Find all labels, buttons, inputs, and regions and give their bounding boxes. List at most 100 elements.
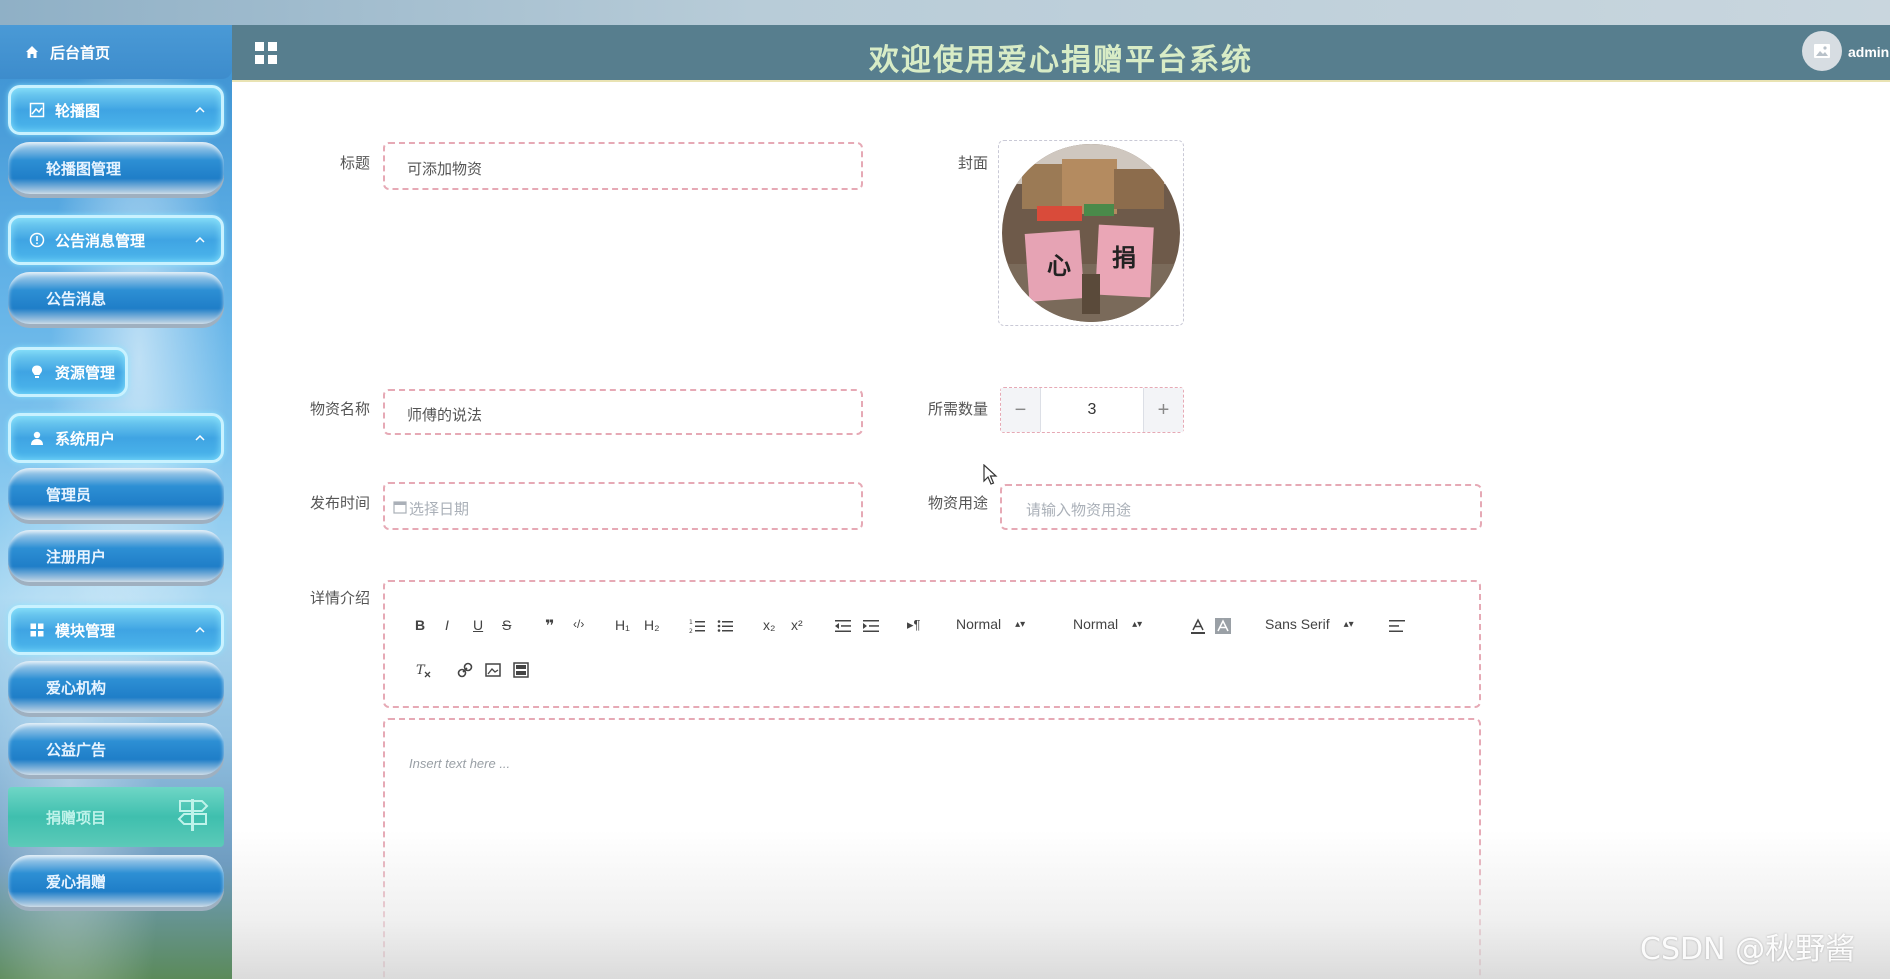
grid-icon	[29, 622, 45, 638]
ordered-list-icon[interactable]: 12	[689, 618, 705, 634]
sidebar-item-label: 轮播图管理	[46, 160, 122, 178]
clear-format-icon[interactable]: T	[415, 662, 431, 678]
name-label: 物资名称	[309, 401, 370, 418]
username[interactable]: admin	[1848, 44, 1889, 60]
detail-label: 详情介绍	[309, 590, 370, 607]
mouse-cursor-icon	[983, 464, 998, 485]
header-select-value: Normal	[1073, 616, 1119, 632]
chevron-up-icon	[195, 106, 205, 113]
qty-label: 所需数量	[927, 401, 988, 418]
strike-button[interactable]: S	[502, 617, 511, 633]
rich-text-editor[interactable]: Insert text here ...	[383, 718, 1481, 979]
usage-input[interactable]: 请输入物资用途	[1000, 484, 1482, 530]
sidebar-group-label: 轮播图	[55, 102, 101, 120]
date-label: 发布时间	[309, 495, 370, 512]
decrease-button[interactable]: −	[1001, 388, 1041, 432]
sidebar-item-donation-projects[interactable]: 捐赠项目	[8, 787, 224, 847]
sidebar-item-label: 后台首页	[50, 44, 111, 62]
svg-text:T: T	[416, 663, 426, 678]
underline-button[interactable]: U	[473, 617, 483, 633]
sidebar-group-modules[interactable]: 模块管理	[8, 605, 224, 655]
name-input[interactable]: 师傅的说法	[383, 389, 863, 435]
calendar-icon	[393, 501, 407, 514]
sidebar-item-carousel-manage[interactable]: 轮播图管理	[8, 142, 224, 194]
video-icon[interactable]	[513, 662, 529, 678]
subscript-button[interactable]: x₂	[763, 617, 775, 633]
sidebar-item-label: 捐赠项目	[46, 809, 107, 827]
svg-text:2: 2	[689, 628, 693, 634]
bold-button[interactable]: B	[415, 617, 425, 633]
link-icon[interactable]	[457, 662, 473, 678]
title-label: 标题	[339, 155, 370, 172]
chevron-up-icon	[195, 626, 205, 633]
image-placeholder-icon	[1814, 44, 1830, 58]
bullet-list-icon[interactable]	[717, 618, 733, 634]
text-direction-button[interactable]: ▸¶	[907, 617, 921, 633]
quantity-stepper[interactable]: − 3 +	[1000, 387, 1184, 433]
header-select[interactable]: Normal ▴▾	[1073, 616, 1142, 632]
sidebar-group-resources[interactable]: 资源管理	[8, 347, 128, 397]
browser-top-strip	[0, 0, 1890, 25]
user-icon	[29, 430, 45, 446]
sidebar-group-carousel[interactable]: 轮播图	[8, 85, 224, 135]
usage-label: 物资用途	[927, 495, 988, 512]
sidebar-item-registered-users[interactable]: 注册用户	[8, 530, 224, 582]
sidebar-item-home[interactable]: 后台首页	[0, 25, 232, 79]
sidebar-item-label: 公益广告	[46, 741, 107, 759]
sidebar-item-announcement[interactable]: 公告消息	[8, 272, 224, 324]
size-select-value: Normal	[956, 616, 1002, 632]
chevron-up-icon	[195, 236, 205, 243]
code-block-button[interactable]: ‹/›	[573, 617, 584, 631]
page-title: 欢迎使用爱心捐赠平台系统	[869, 44, 1253, 77]
sidebar-item-label: 爱心捐赠	[46, 873, 107, 891]
svg-text:1: 1	[689, 619, 693, 626]
align-left-icon[interactable]	[1389, 618, 1405, 634]
outdent-icon[interactable]	[835, 618, 851, 634]
indent-icon[interactable]	[863, 618, 879, 634]
signpost-icon	[177, 799, 209, 831]
sidebar-item-label: 公告消息	[46, 290, 107, 308]
sidebar-item-public-ads[interactable]: 公益广告	[8, 723, 224, 775]
cover-image: 心 捐	[1002, 144, 1180, 322]
chevron-up-icon	[195, 434, 205, 441]
cover-upload[interactable]: 心 捐	[998, 140, 1184, 326]
editor-placeholder: Insert text here ...	[409, 756, 511, 771]
title-input[interactable]: 可添加物资	[383, 142, 863, 190]
font-select-value: Sans Serif	[1265, 616, 1330, 632]
picture-icon	[29, 102, 45, 118]
sidebar-item-charity-org[interactable]: 爱心机构	[8, 661, 224, 713]
font-color-icon[interactable]	[1190, 618, 1206, 634]
size-select[interactable]: Normal ▴▾	[956, 616, 1025, 632]
watermark: CSDN @秋野酱	[1640, 932, 1856, 967]
background-color-icon[interactable]	[1215, 618, 1231, 634]
blockquote-button[interactable]: ❞	[545, 616, 554, 636]
date-picker[interactable]: 选择日期	[383, 482, 863, 530]
cover-char-1: 心	[1047, 251, 1071, 280]
sidebar-group-label: 模块管理	[55, 622, 116, 640]
select-arrows-icon: ▴▾	[1015, 618, 1026, 630]
font-select[interactable]: Sans Serif ▴▾	[1265, 616, 1354, 632]
cover-label: 封面	[957, 155, 988, 172]
avatar[interactable]	[1802, 31, 1842, 71]
image-icon[interactable]	[485, 662, 501, 678]
superscript-button[interactable]: x²	[791, 617, 803, 633]
increase-button[interactable]: +	[1143, 388, 1183, 432]
sidebar-item-label: 注册用户	[46, 548, 107, 566]
sidebar-group-label: 系统用户	[55, 430, 116, 448]
sidebar-group-system-users[interactable]: 系统用户	[8, 413, 224, 463]
header1-button[interactable]: H₁	[615, 617, 630, 633]
italic-button[interactable]: I	[445, 617, 449, 633]
sidebar-item-label: 管理员	[46, 486, 92, 504]
usage-placeholder: 请输入物资用途	[1026, 502, 1132, 519]
sidebar-item-love-donation[interactable]: 爱心捐赠	[8, 855, 224, 907]
top-header: 欢迎使用爱心捐赠平台系统 admin	[232, 25, 1890, 82]
sidebar-group-announcements[interactable]: 公告消息管理	[8, 215, 224, 265]
sidebar-item-label: 爱心机构	[46, 679, 107, 697]
sidebar-group-label: 资源管理	[55, 364, 116, 382]
select-arrows-icon: ▴▾	[1132, 618, 1143, 630]
sidebar-item-admin[interactable]: 管理员	[8, 468, 224, 520]
quantity-value[interactable]: 3	[1041, 388, 1143, 432]
header2-button[interactable]: H₂	[644, 617, 660, 633]
title-input-value: 可添加物资	[407, 161, 483, 178]
home-icon	[24, 44, 40, 60]
